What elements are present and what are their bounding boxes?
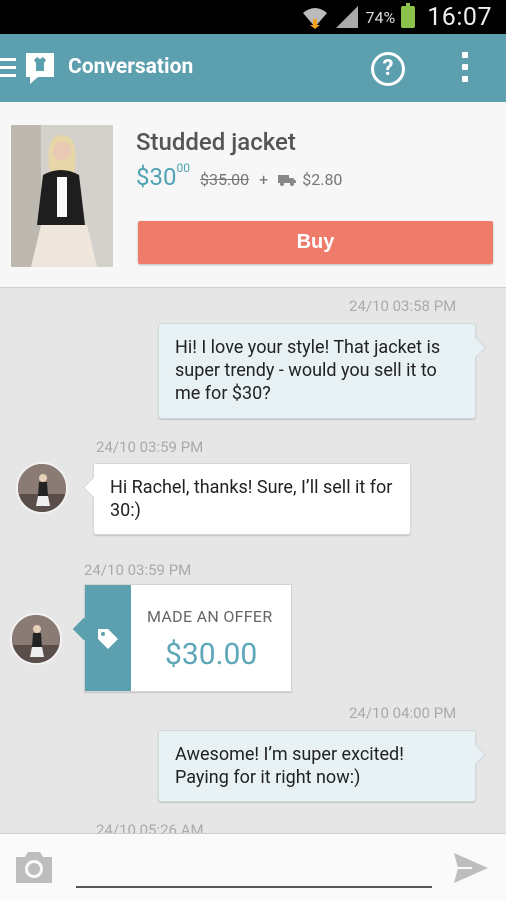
shipping-price: $2.80 [302, 170, 343, 189]
old-price: $35.00 [199, 170, 250, 189]
clock: 16:07 [427, 2, 492, 32]
wifi-icon [302, 8, 327, 29]
offer-side-strip [85, 585, 131, 691]
status-icons: 74% 16:07 [302, 0, 492, 34]
price-tag-icon [98, 629, 118, 649]
message-composer [0, 833, 506, 900]
message-text: Hi Rachel, thanks! Sure, I’ll sell it fo… [110, 477, 393, 521]
message-timestamp: 24/10 03:59 PM [84, 561, 192, 579]
app-logo-icon[interactable] [24, 51, 56, 85]
offer-amount: $30.00 [165, 637, 258, 672]
menu-icon[interactable] [0, 58, 18, 78]
product-title: Studded jacket [136, 128, 296, 156]
buy-button[interactable]: Buy [138, 221, 493, 264]
avatar[interactable] [16, 462, 68, 514]
incoming-message: Hi Rachel, thanks! Sure, I’ll sell it fo… [93, 463, 411, 535]
message-text: Awesome! I’m super excited! Paying for i… [175, 744, 404, 788]
message-timestamp: 24/10 03:58 PM [349, 297, 457, 315]
page-title: Conversation [68, 55, 194, 79]
overflow-menu-icon[interactable] [462, 52, 468, 84]
outgoing-message: Hi! I love your style! That jacket is su… [158, 323, 476, 419]
message-input[interactable] [76, 854, 432, 888]
offer-card[interactable]: MADE AN OFFER $30.00 [84, 584, 292, 692]
send-icon[interactable] [452, 851, 490, 885]
avatar[interactable] [10, 613, 62, 665]
battery-percent: 74% [365, 7, 396, 27]
status-bar: 74% 16:07 [0, 0, 506, 34]
message-text: Hi! I love your style! That jacket is su… [175, 337, 441, 404]
shipping-truck-icon [278, 175, 297, 186]
product-photo[interactable] [11, 125, 113, 267]
message-timestamp: 24/10 03:59 PM [96, 438, 204, 456]
outgoing-message: Awesome! I’m super excited! Paying for i… [158, 730, 476, 802]
plus-sign: + [259, 170, 269, 189]
product-card[interactable]: Studded jacket $3000 $35.00 + $2.80 Buy [0, 102, 506, 288]
message-timestamp: 24/10 04:00 PM [349, 704, 457, 722]
price-row: $3000 $35.00 + $2.80 [136, 161, 343, 191]
help-icon[interactable]: ? [371, 52, 405, 86]
camera-icon[interactable] [12, 849, 56, 885]
signal-icon [335, 6, 358, 28]
price: $3000 [136, 161, 190, 191]
action-bar: Conversation ? [0, 34, 506, 102]
offer-label: MADE AN OFFER [147, 607, 273, 626]
battery-charging-icon [401, 3, 416, 28]
